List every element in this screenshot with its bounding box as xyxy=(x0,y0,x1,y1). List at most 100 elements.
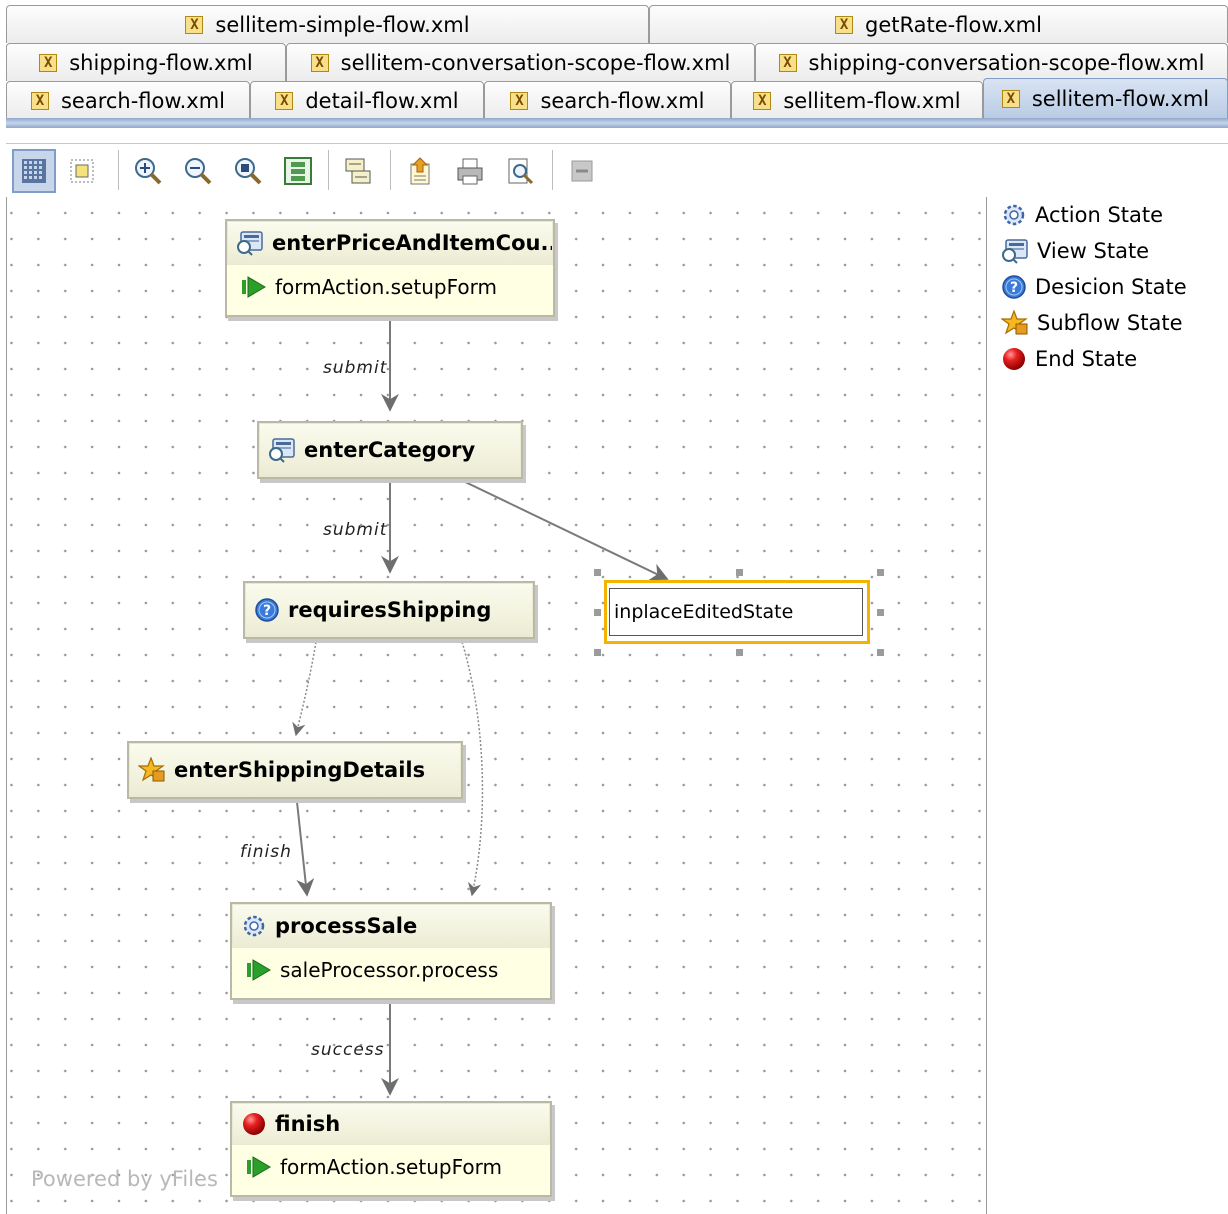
tab-label: getRate-flow.xml xyxy=(865,12,1042,37)
tab-label: search-flow.xml xyxy=(60,88,226,113)
zoom-out-button[interactable] xyxy=(176,149,220,193)
layout-button[interactable] xyxy=(276,149,320,193)
tab-shipping-flow[interactable]: X shipping-flow.xml xyxy=(6,43,286,81)
tab-search-flow-2[interactable]: X search-flow.xml xyxy=(484,81,731,119)
xml-file-icon: X xyxy=(275,91,294,110)
print-preview-icon xyxy=(508,158,534,185)
xml-file-icon: X xyxy=(310,53,329,72)
edge-label-finish: finish xyxy=(240,842,292,862)
palette-item-label: Desicion State xyxy=(1035,275,1187,299)
edge-to-inplace[interactable] xyxy=(458,478,669,581)
palette-item-label: Action State xyxy=(1035,203,1164,227)
disabled-button xyxy=(560,149,604,193)
tab-label: sellitem-simple-flow.xml xyxy=(215,12,470,37)
node-title: processSale xyxy=(275,914,418,938)
action-state-node-process-sale[interactable]: processSale saleProcessor.process xyxy=(230,902,552,1000)
action-state-icon xyxy=(1001,202,1027,228)
selection-handle[interactable] xyxy=(877,649,884,656)
palette-item-subflow-state[interactable]: Subflow State xyxy=(1001,308,1182,338)
view-state-node-enter-price[interactable]: enterPriceAndItemCou... formAction.setup… xyxy=(225,219,555,317)
xml-file-icon: X xyxy=(753,91,772,110)
diagram-canvas[interactable]: submit submit finish success enterPriceA… xyxy=(6,197,986,1214)
node-action: saleProcessor.process xyxy=(280,958,499,982)
subflow-state-node-enter-shipping-details[interactable]: enterShippingDetails xyxy=(127,741,463,799)
zoom-in-button[interactable] xyxy=(126,149,170,193)
svg-text:?: ? xyxy=(1010,280,1018,296)
tab-label: search-flow.xml xyxy=(540,88,705,113)
selection-handle[interactable] xyxy=(594,609,601,616)
xml-file-icon: X xyxy=(30,91,49,110)
view-state-icon xyxy=(268,437,296,463)
zoom-actual-button[interactable] xyxy=(226,149,270,193)
svg-text:?: ? xyxy=(263,603,271,619)
toolbar-separator xyxy=(118,150,119,190)
decision-state-node-requires-shipping[interactable]: ? requiresShipping xyxy=(243,581,535,639)
xml-file-icon: X xyxy=(835,15,854,34)
tab-detail-flow[interactable]: X detail-flow.xml xyxy=(250,81,484,119)
zoom-in-icon xyxy=(135,158,162,185)
fit-page-button[interactable] xyxy=(60,149,104,193)
edge-to-shipping-details[interactable] xyxy=(292,641,317,737)
selection-handle[interactable] xyxy=(877,569,884,576)
edge-label-submit: submit xyxy=(323,358,388,378)
node-title: enterPriceAndItemCou... xyxy=(272,231,553,255)
xml-file-icon: X xyxy=(510,91,529,110)
tab-search-flow[interactable]: X search-flow.xml xyxy=(6,81,250,119)
node-action: formAction.setupForm xyxy=(280,1155,502,1179)
action-arrow-icon xyxy=(246,1154,272,1180)
edge-finish[interactable] xyxy=(296,801,315,897)
print-preview-button[interactable] xyxy=(498,149,542,193)
toolbar-separator xyxy=(390,150,391,190)
export-button[interactable] xyxy=(398,149,442,193)
tab-sellitem-flow-active[interactable]: X sellitem-flow.xml xyxy=(983,78,1228,119)
action-arrow-icon xyxy=(246,957,272,983)
grid-icon xyxy=(22,159,46,183)
tab-label: sellitem-flow.xml xyxy=(783,88,961,113)
palette-item-label: Subflow State xyxy=(1037,311,1183,335)
node-title: requiresShipping xyxy=(288,598,492,622)
tab-label: sellitem-flow.xml xyxy=(1031,87,1210,111)
selection-handle[interactable] xyxy=(736,569,743,576)
palette-item-decision-state[interactable]: ? Desicion State xyxy=(1001,272,1187,302)
node-action: formAction.setupForm xyxy=(275,275,497,299)
decision-state-icon: ? xyxy=(254,597,280,623)
tab-shipping-conversation-scope-flow[interactable]: X shipping-conversation-scope-flow.xml xyxy=(755,43,1228,81)
yfiles-watermark: Powered by yFiles xyxy=(31,1167,218,1191)
end-state-icon xyxy=(1001,346,1027,372)
palette-item-action-state[interactable]: Action State xyxy=(1001,200,1163,230)
xml-file-icon: X xyxy=(1001,90,1020,108)
tab-label: shipping-conversation-scope-flow.xml xyxy=(808,50,1205,75)
inplace-state-name-input[interactable] xyxy=(609,588,863,636)
subflow-state-icon xyxy=(1001,310,1029,336)
action-state-icon xyxy=(241,913,267,939)
palette-item-end-state[interactable]: End State xyxy=(1001,344,1137,374)
palette-item-label: End State xyxy=(1035,347,1138,371)
tab-sellitem-conversation-scope-flow[interactable]: X sellitem-conversation-scope-flow.xml xyxy=(286,43,755,81)
action-arrow-icon xyxy=(241,274,267,300)
palette-item-label: View State xyxy=(1037,239,1150,263)
tab-sellitem-simple-flow[interactable]: X sellitem-simple-flow.xml xyxy=(6,5,649,43)
palette-item-view-state[interactable]: View State xyxy=(1001,236,1149,266)
layout-icon xyxy=(284,157,312,185)
tab-label: sellitem-conversation-scope-flow.xml xyxy=(340,50,731,75)
tab-sellitem-flow[interactable]: X sellitem-flow.xml xyxy=(731,81,983,119)
export-icon xyxy=(410,157,430,185)
properties-button[interactable] xyxy=(336,149,380,193)
grid-toggle-button[interactable] xyxy=(12,149,56,193)
fit-page-icon xyxy=(70,159,94,183)
end-state-node-finish[interactable]: finish formAction.setupForm xyxy=(230,1101,552,1197)
selection-handle[interactable] xyxy=(736,649,743,656)
inplace-state-editor[interactable] xyxy=(604,580,870,644)
tab-getrate-flow[interactable]: X getRate-flow.xml xyxy=(649,5,1228,43)
view-state-node-enter-category[interactable]: enterCategory xyxy=(257,421,523,479)
print-button[interactable] xyxy=(448,149,492,193)
zoom-out-icon xyxy=(185,158,212,185)
toolbar-separator xyxy=(552,150,553,190)
tab-label: detail-flow.xml xyxy=(305,88,459,113)
selection-handle[interactable] xyxy=(594,569,601,576)
xml-file-icon: X xyxy=(778,53,797,72)
selection-handle[interactable] xyxy=(594,649,601,656)
node-title: enterShippingDetails xyxy=(174,758,426,782)
selection-handle[interactable] xyxy=(877,609,884,616)
edge-to-process-sale-direct[interactable] xyxy=(461,641,484,897)
